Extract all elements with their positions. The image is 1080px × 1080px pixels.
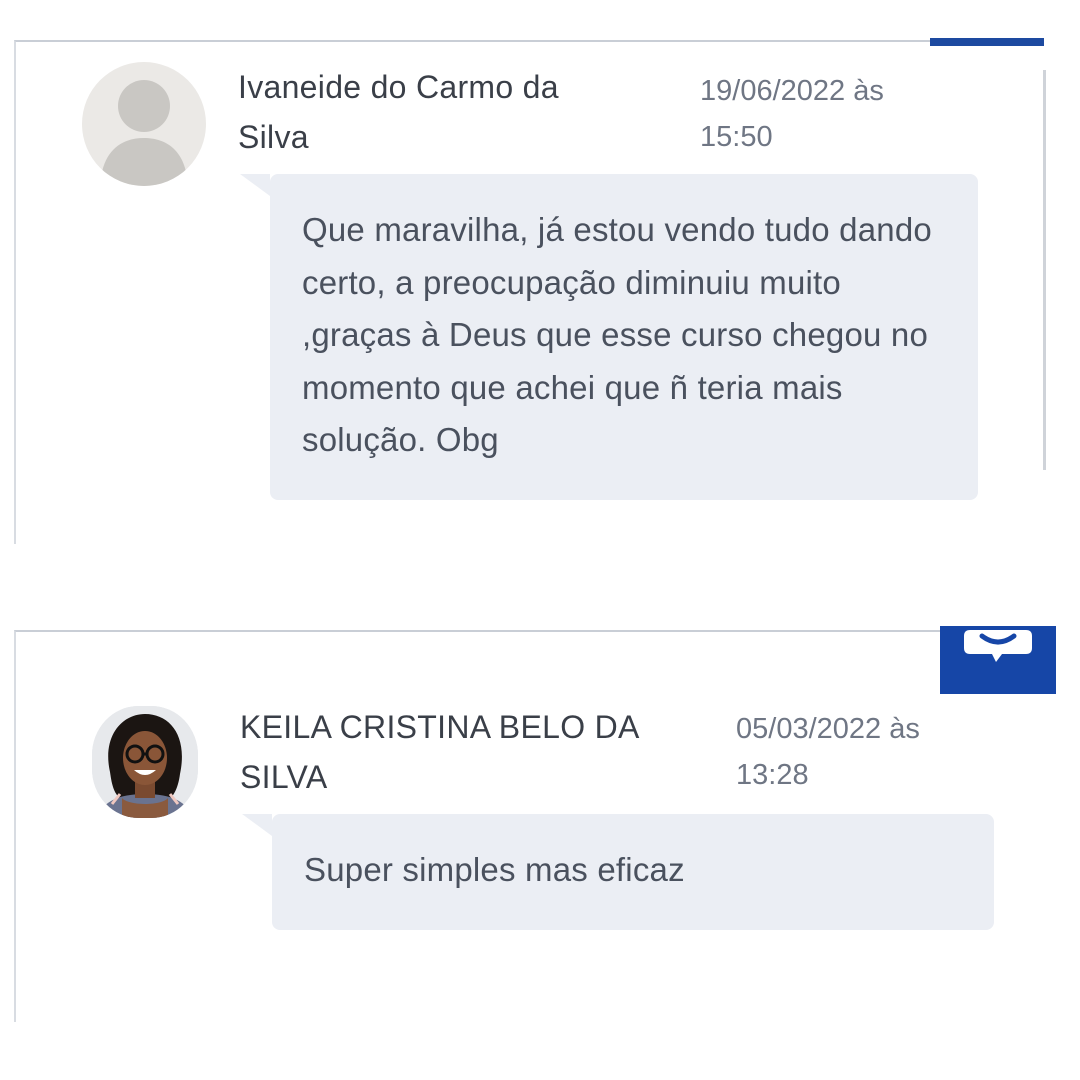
comment-text: Que maravilha, já estou vendo tudo dando… <box>302 211 932 458</box>
comment-card: Ivaneide do Carmo da Silva 19/06/2022 às… <box>14 38 1046 544</box>
default-avatar-icon <box>82 62 206 186</box>
comment-timestamp: 19/06/2022 às 15:50 <box>700 68 940 160</box>
timestamp-date: 05/03/2022 às <box>736 713 920 745</box>
user-silhouette-icon <box>100 80 188 186</box>
comment-bubble: Que maravilha, já estou vendo tudo dando… <box>240 174 978 500</box>
comment-author: KEILA CRISTINA BELO DA SILVA <box>240 702 710 802</box>
author-name-line: Ivaneide do Carmo da <box>238 69 559 105</box>
comment-bubble: Super simples mas eficaz <box>242 814 994 930</box>
profile-photo <box>92 706 198 818</box>
comment-text: Super simples mas eficaz <box>304 851 685 888</box>
comment-author: Ivaneide do Carmo da Silva <box>238 62 658 162</box>
author-name-line: KEILA CRISTINA BELO DA <box>240 709 640 745</box>
author-name-line: SILVA <box>240 759 328 795</box>
author-name-line: Silva <box>238 119 309 155</box>
accent-tab <box>930 38 1044 46</box>
scrollbar-track[interactable] <box>1043 70 1046 470</box>
timestamp-date: 19/06/2022 às <box>700 75 884 107</box>
timestamp-time: 15:50 <box>700 121 773 153</box>
profile-photo-icon <box>92 706 198 818</box>
comment-timestamp: 05/03/2022 às 13:28 <box>736 706 976 798</box>
timestamp-time: 13:28 <box>736 759 809 791</box>
chat-bubble-icon[interactable] <box>940 626 1056 694</box>
comment-card: KEILA CRISTINA BELO DA SILVA 05/03/2022 … <box>14 626 1056 1022</box>
